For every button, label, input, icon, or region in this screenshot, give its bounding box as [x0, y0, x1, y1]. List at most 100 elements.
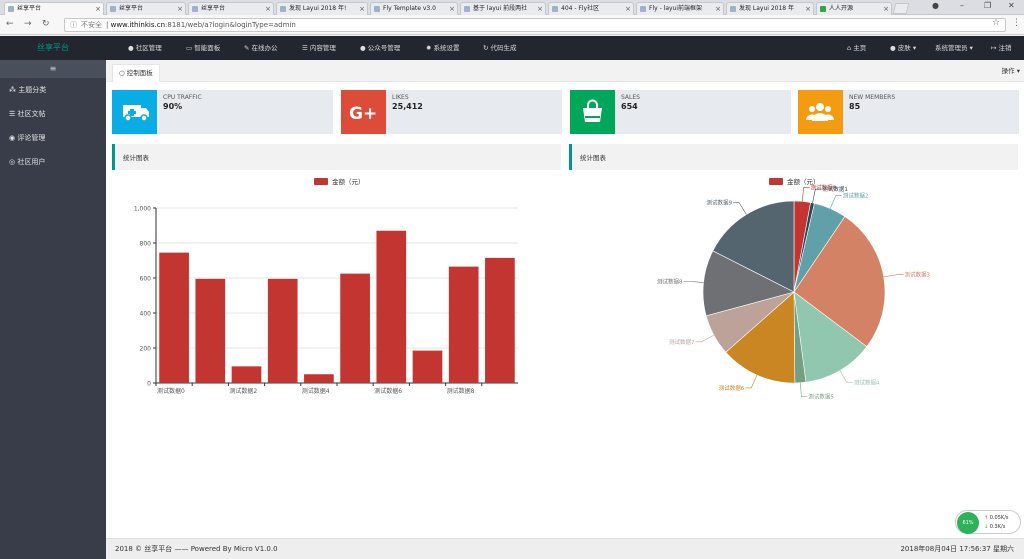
card-value: 654 [621, 102, 638, 111]
net-speed-widget[interactable]: 61% ↑ 0.05K/s ↓ 0.3K/s [955, 510, 1021, 534]
bar [195, 278, 226, 383]
page-icon [552, 6, 558, 12]
nav-logout[interactable]: ↦ 注销 [991, 36, 1012, 60]
close-window-icon[interactable]: ✕ [1008, 1, 1015, 10]
sidebar-toggle[interactable]: ≡ [0, 60, 106, 78]
stat-card-members: NEW MEMBERS 85 [798, 90, 1019, 134]
bar [448, 266, 479, 383]
browser-tab[interactable]: 404 - Fly社区 × [548, 2, 634, 15]
nav-admin[interactable]: 系统管理员 ▾ [935, 36, 973, 60]
y-tick-label: 800 [140, 241, 152, 248]
pie-label: 测试数据5 [808, 393, 834, 401]
net-up: ↑ 0.05K/s [984, 515, 1008, 521]
y-tick-label: 1,000 [134, 206, 151, 213]
close-icon[interactable]: × [625, 3, 631, 15]
url-host: www.ithinkis.cn [110, 21, 166, 29]
account-icon[interactable]: ● [932, 1, 939, 10]
back-icon[interactable]: ← [6, 19, 14, 29]
sidebar: ≡ ⁂ 主题分类 ☰ 社区文帖 ◉ 评论管理 ◎ 社区用户 [0, 60, 106, 559]
nav-item-settings[interactable]: ✹ 系统设置 [426, 36, 460, 60]
info-icon[interactable]: ⓘ [70, 21, 77, 29]
reload-icon[interactable]: ↻ [42, 19, 50, 29]
close-icon[interactable]: × [95, 3, 101, 15]
shopping-bag-icon [570, 90, 615, 134]
x-tick-label: 测试数据0 [157, 387, 185, 395]
sidebar-item-posts[interactable]: ☰ 社区文帖 [0, 102, 106, 126]
url-input[interactable]: ⓘ 不安全 | www.ithinkis.cn:8181/web/a?login&l… [64, 18, 1006, 32]
page-icon [640, 6, 646, 12]
bar [376, 230, 407, 383]
pie-label-line [802, 187, 810, 202]
nav-label: 智能面板 [194, 44, 221, 52]
tab-label: 人人开源 [829, 5, 854, 12]
browser-tab[interactable]: 丝享平台 × [4, 2, 104, 15]
bar [231, 366, 262, 383]
browser-tab[interactable]: 人人开源 × [816, 2, 892, 15]
browser-tab[interactable]: 发现 Layui 2018 年! × [276, 2, 368, 15]
main-content: ○ 控制面板 操作 ▾ CPU TRAFFIC 90% G+ LIKES 25,… [106, 60, 1024, 538]
nav-skin[interactable]: ● 皮肤 ▾ [890, 36, 916, 60]
close-icon[interactable]: × [177, 3, 183, 15]
pie-label: 测试数据3 [905, 271, 931, 279]
menu-icon[interactable]: ⋮ [1012, 18, 1021, 28]
nav-item-wechat[interactable]: ● 公众号管理 [360, 36, 400, 60]
legend-label: 金额（元） [332, 177, 365, 186]
google-plus-icon: G+ [341, 90, 386, 134]
close-icon[interactable]: × [359, 3, 365, 15]
net-down-value: 0.3K/s [989, 524, 1006, 530]
logo[interactable]: 丝享平台 [0, 36, 106, 60]
close-icon[interactable]: × [805, 3, 811, 15]
sidebar-item-comments[interactable]: ◉ 评论管理 [0, 126, 106, 150]
tab-dashboard[interactable]: ○ 控制面板 [112, 64, 160, 82]
nav-home[interactable]: ⌂ 主页 [847, 36, 866, 60]
nav-item-dashboard[interactable]: ▭ 智能面板 [186, 36, 220, 60]
maximize-icon[interactable]: ❐ [984, 1, 991, 10]
card-value: 85 [849, 102, 861, 111]
nav-item-office[interactable]: ✎ 在线办公 [244, 36, 278, 60]
sidebar-item-users[interactable]: ◎ 社区用户 [0, 150, 106, 174]
pie-label-line [695, 334, 715, 343]
browser-tab[interactable]: 发现 Layui 2018 年 × [726, 2, 814, 15]
tab-label: 丝享平台 [17, 5, 42, 12]
bookmark-star-icon[interactable]: ☆ [992, 18, 1000, 28]
nav-label: 皮肤 [897, 44, 911, 52]
bar [159, 252, 189, 383]
x-tick-label: 测试数据6 [374, 387, 402, 395]
net-up-value: 0.05K/s [989, 515, 1009, 521]
browser-tab[interactable]: Fly Template v3.0 × [370, 2, 458, 15]
close-icon[interactable]: × [715, 3, 721, 15]
browser-tab[interactable]: 丝享平台 × [106, 2, 186, 15]
nav-label: 代码生成 [490, 44, 517, 52]
nav-item-content[interactable]: ☰ 内容管理 [302, 36, 336, 60]
nav-label: 内容管理 [309, 44, 336, 52]
pie-label-line [745, 375, 758, 389]
sidebar-item-topics[interactable]: ⁂ 主题分类 [0, 78, 106, 102]
page-icon [192, 6, 198, 12]
pie-label-line [839, 370, 854, 383]
card-title: NEW MEMBERS [849, 94, 896, 101]
pie-label-line [683, 280, 704, 283]
url-path: :8181/web/a?login&loginType=admin [165, 21, 296, 29]
ops-dropdown[interactable]: 操作 ▾ [1002, 65, 1020, 75]
nav-item-codegen[interactable]: ↻ 代码生成 [483, 36, 517, 60]
stat-card-likes: G+ LIKES 25,412 [341, 90, 562, 134]
minimize-icon[interactable]: – [960, 1, 964, 10]
page-icon [730, 6, 736, 12]
card-title: LIKES [392, 94, 409, 101]
close-icon[interactable]: × [883, 3, 889, 15]
bar [304, 374, 334, 383]
pie-label-line [733, 202, 747, 215]
browser-tab[interactable]: 基于 layui 前段两社 × [460, 2, 546, 15]
close-icon[interactable]: × [265, 3, 271, 15]
close-icon[interactable]: × [449, 3, 455, 15]
new-tab-button[interactable] [892, 3, 910, 14]
browser-tab[interactable]: Fly - layui前端框架 × [636, 2, 724, 15]
browser-tab[interactable]: 丝享平台 × [188, 2, 274, 15]
wechat-icon: ● [360, 44, 368, 52]
nav-item-community[interactable]: ● 社区管理 [128, 36, 162, 60]
forward-icon[interactable]: → [24, 19, 32, 29]
pie-label: 测试数据7 [669, 338, 695, 346]
close-icon[interactable]: × [537, 3, 543, 15]
net-badge: 61% [957, 512, 979, 534]
sidebar-item-label: 社区文帖 [17, 110, 46, 118]
